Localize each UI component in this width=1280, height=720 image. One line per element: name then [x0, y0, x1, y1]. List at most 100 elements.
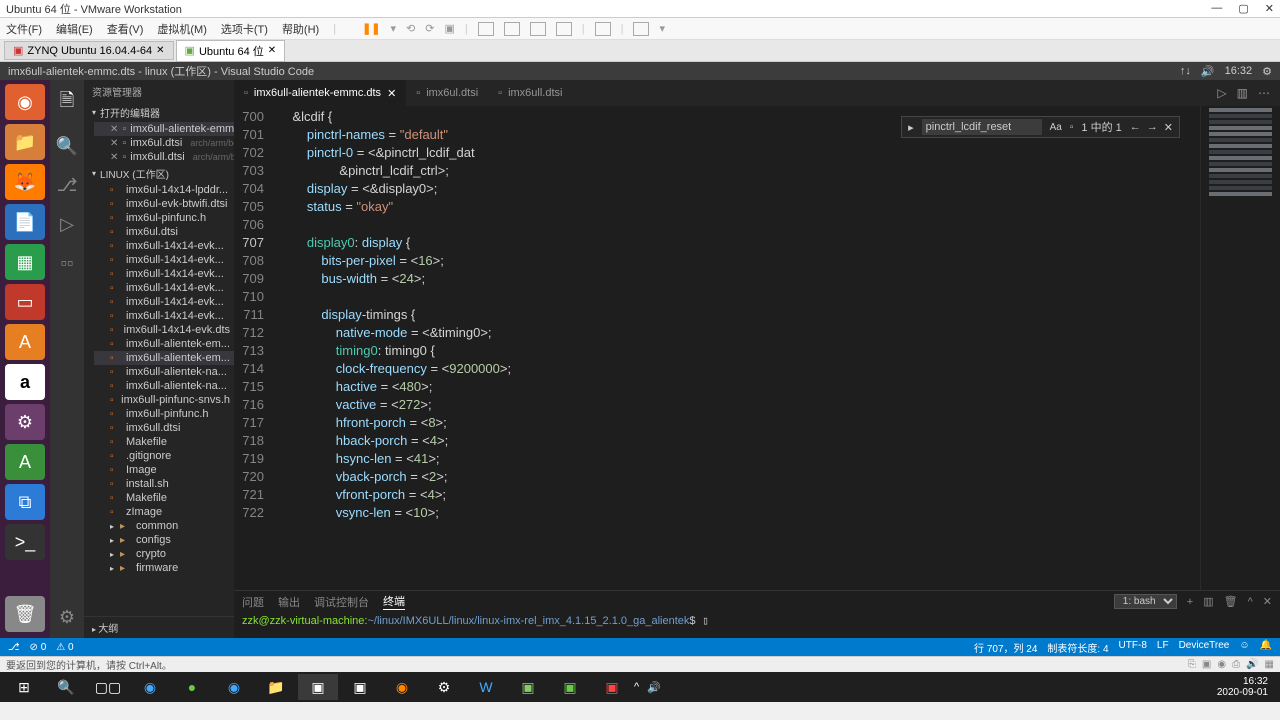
run-icon[interactable]: ▷ [1217, 86, 1226, 100]
tool-icon[interactable] [556, 22, 572, 36]
tree-item[interactable]: ▫Makefile [94, 491, 234, 505]
expand-icon[interactable]: ▸ [908, 121, 914, 134]
launcher-files[interactable]: 📁 [5, 124, 45, 160]
menu-edit[interactable]: 编辑(E) [56, 21, 93, 37]
menu-help[interactable]: 帮助(H) [282, 21, 319, 37]
status-branch[interactable]: ⎇ [8, 642, 20, 653]
tree-item[interactable]: ▫imx6ull.dtsi [94, 421, 234, 435]
explorer-icon[interactable]: 🗎 [60, 88, 74, 118]
status-lang[interactable]: DeviceTree [1179, 640, 1230, 655]
tree-item[interactable]: ▫imx6ull-pinfunc-snvs.h [94, 393, 234, 407]
tree-item[interactable]: ▫imx6ul-evk-btwifi.dtsi [94, 197, 234, 211]
tree-folder[interactable]: ▸crypto [94, 547, 234, 561]
tree-folder[interactable]: ▸firmware [94, 561, 234, 575]
taskbar-app[interactable]: ◉ [214, 674, 254, 700]
editor-tab[interactable]: ▫ imx6ul.dtsi [406, 80, 488, 106]
workspace-section[interactable]: LINUX (工作区) [84, 164, 234, 183]
menu-tabs[interactable]: 选项卡(T) [221, 21, 268, 37]
tree-item[interactable]: ▫imx6ull-14x14-evk... [94, 253, 234, 267]
status-feedback[interactable]: ☺ [1239, 640, 1249, 655]
tool-icon[interactable] [504, 22, 520, 36]
launcher-trash[interactable]: 🗑 [5, 596, 45, 632]
tree-folder[interactable]: ▸configs [94, 533, 234, 547]
taskbar-vmware[interactable]: ▣ [298, 674, 338, 700]
pause-icon[interactable]: ❚❚ [362, 22, 380, 35]
taskbar-app[interactable]: ⚙ [424, 674, 464, 700]
maximize-button[interactable]: ▢ [1238, 2, 1248, 15]
close-button[interactable]: ✕ [1265, 2, 1274, 15]
panel-tab[interactable]: 问题 [242, 594, 264, 610]
vm-tab-active[interactable]: ▣ Ubuntu 64 位 ✕ [176, 40, 286, 62]
prev-icon[interactable]: ← [1130, 121, 1141, 134]
tree-item[interactable]: ▫imx6ull-alientek-em... [94, 351, 234, 365]
tray-icon[interactable]: ▣ [1202, 659, 1211, 670]
close-icon[interactable]: ✕ [268, 45, 276, 56]
extensions-icon[interactable]: ▫▫ [61, 253, 74, 274]
tree-item[interactable]: ▫imx6ull-14x14-evk... [94, 309, 234, 323]
source-control-icon[interactable]: ⎇ [57, 175, 78, 196]
taskbar-app[interactable]: ◉ [130, 674, 170, 700]
status-warnings[interactable]: ⚠ 0 [56, 642, 73, 653]
menu-vm[interactable]: 虚拟机(M) [157, 21, 207, 37]
tree-item[interactable]: ▫imx6ull-pinfunc.h [94, 407, 234, 421]
new-terminal-icon[interactable]: + [1187, 596, 1193, 608]
tray-icon[interactable]: 🔊 [1246, 659, 1258, 670]
launcher-writer[interactable]: 📄 [5, 204, 45, 240]
menu-view[interactable]: 查看(V) [107, 21, 144, 37]
find-input[interactable] [922, 119, 1042, 135]
tool-icon[interactable] [633, 22, 649, 36]
taskbar-app[interactable]: ● [172, 674, 212, 700]
taskbar-app[interactable]: ▣ [550, 674, 590, 700]
taskbar-word[interactable]: W [466, 674, 506, 700]
launcher-calc[interactable]: ▦ [5, 244, 45, 280]
tree-item[interactable]: ▫imx6ull-14x14-evk... [94, 281, 234, 295]
launcher-vscode[interactable]: ⧉ [5, 484, 45, 520]
tree-item[interactable]: ▫Makefile [94, 435, 234, 449]
tray-icon[interactable]: ◉ [1217, 659, 1226, 670]
maximize-icon[interactable]: ^ [1248, 596, 1253, 608]
tray-icon[interactable]: 🔊 [647, 681, 661, 694]
terminal-content[interactable]: zzk@zzk-virtual-machine:~/linux/IMX6ULL/… [234, 612, 1280, 638]
vm-tab[interactable]: ▣ ZYNQ Ubuntu 16.04.4-64 ✕ [4, 41, 174, 60]
shell-select[interactable]: 1: bash [1114, 594, 1177, 609]
panel-tab[interactable]: 调试控制台 [314, 594, 369, 610]
editor-tab-active[interactable]: ▫ imx6ull-alientek-emmc.dts ✕ [234, 80, 406, 106]
split-terminal-icon[interactable]: ▥ [1203, 595, 1213, 608]
tree-item[interactable]: ▫imx6ull-14x14-evk.dts [94, 323, 234, 337]
trash-icon[interactable]: 🗑 [1224, 595, 1238, 608]
launcher-firefox[interactable]: 🦊 [5, 164, 45, 200]
launcher-terminal[interactable]: >_ [5, 524, 45, 560]
sound-icon[interactable]: 🔊 [1201, 65, 1215, 78]
tree-folder[interactable]: ▸common [94, 519, 234, 533]
gear-icon[interactable]: ⚙ [1262, 65, 1272, 78]
tree-item[interactable]: ▫imx6ull-alientek-em... [94, 337, 234, 351]
panel-tab-terminal[interactable]: 终端 [383, 593, 405, 610]
close-icon[interactable]: ✕ [1164, 121, 1173, 134]
tray-chevron-icon[interactable]: ^ [634, 681, 639, 693]
tree-item[interactable]: ▫.gitignore [94, 449, 234, 463]
open-editors-section[interactable]: 打开的编辑器 [84, 103, 234, 122]
tray-icon[interactable]: ⎘ [1188, 659, 1196, 670]
tree-item[interactable]: ▫install.sh [94, 477, 234, 491]
taskbar-app[interactable]: ▣ [508, 674, 548, 700]
taskbar-app[interactable]: ▣ [340, 674, 380, 700]
status-cursor[interactable]: 行 707，列 24 [974, 640, 1037, 655]
debug-icon[interactable]: ▷ [60, 214, 74, 235]
close-icon[interactable]: ✕ [156, 45, 164, 56]
launcher-impress[interactable]: ▭ [5, 284, 45, 320]
launcher-home[interactable]: ◉ [5, 84, 45, 120]
more-icon[interactable]: ⋯ [1258, 86, 1270, 100]
launcher-updater[interactable]: A [5, 444, 45, 480]
tool-icon[interactable] [478, 22, 494, 36]
fullscreen-icon[interactable] [595, 22, 611, 36]
tool-icon[interactable] [530, 22, 546, 36]
minimap[interactable] [1200, 106, 1280, 590]
status-bell[interactable]: 🔔 [1260, 640, 1272, 655]
tree-item[interactable]: ▫imx6ull-14x14-evk... [94, 295, 234, 309]
launcher-settings[interactable]: ⚙ [5, 404, 45, 440]
taskview-button[interactable]: ▢▢ [88, 674, 128, 700]
launcher-software[interactable]: A [5, 324, 45, 360]
status-eol[interactable]: LF [1157, 640, 1169, 655]
taskbar-app[interactable]: 📁 [256, 674, 296, 700]
find-widget[interactable]: ▸ Aa ▫ 1 中的 1 ← → ✕ [901, 116, 1180, 138]
